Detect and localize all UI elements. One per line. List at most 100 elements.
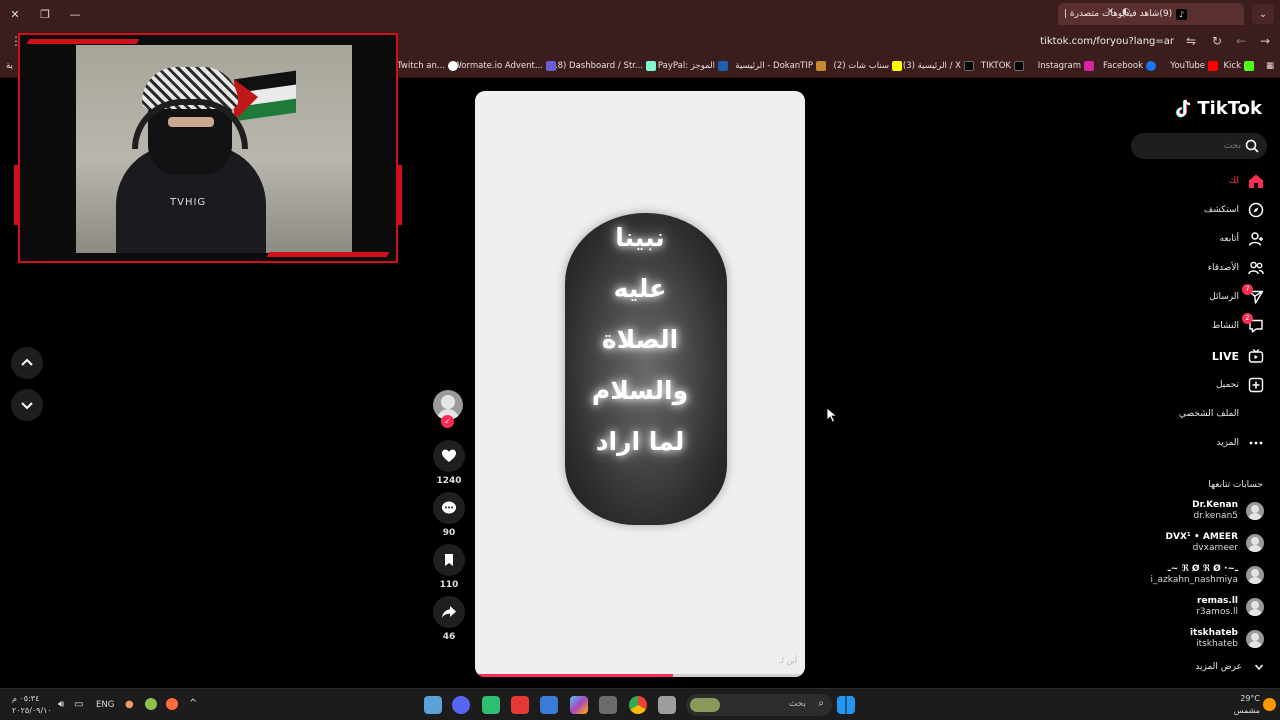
forward-icon[interactable]: ←	[1236, 34, 1246, 48]
account-name: remas.ll	[1197, 596, 1238, 606]
avatar	[1246, 566, 1264, 584]
webcam-overlay: TVHIG	[14, 33, 402, 263]
store-icon[interactable]	[540, 696, 558, 714]
heart-icon	[442, 449, 456, 462]
share-icon	[442, 606, 456, 618]
user-plus-icon	[1248, 231, 1264, 247]
avatar	[1246, 534, 1264, 552]
bookmark-streamlabs[interactable]: (18) Dashboard / Str...	[549, 61, 656, 71]
weather-status[interactable]: مشمس	[1234, 706, 1260, 715]
like-button[interactable]	[433, 440, 465, 472]
avatar	[1246, 598, 1264, 616]
followed-account[interactable]: Dr.Kenan dr.kenan5	[1192, 498, 1264, 524]
nav-home[interactable]: لك	[1229, 170, 1264, 192]
followed-account[interactable]: itskhateb itskhateb	[1190, 626, 1264, 652]
followed-account[interactable]: DVX¹ • AMEER dvxameer	[1166, 530, 1264, 556]
bookmark-overflow[interactable]: ية	[6, 61, 13, 71]
taskbar-search[interactable]: بحث ⌕	[686, 694, 832, 716]
video-player[interactable]: نبينا عليه الصلاة والسلام لما اراد أين ل…	[475, 91, 805, 677]
like-count: 1240	[436, 476, 462, 486]
chrome-icon[interactable]	[629, 696, 647, 714]
video-text-line: نبينا	[615, 223, 665, 252]
network-icon[interactable]: ▭	[74, 699, 83, 710]
reload-icon[interactable]: ↻	[1212, 34, 1222, 48]
video-text-line: والسلام	[591, 376, 689, 405]
nav-live[interactable]: LIVE	[1212, 345, 1264, 367]
nav-upload[interactable]: تحميل	[1216, 374, 1264, 396]
tray-app-icon[interactable]	[166, 698, 178, 710]
taskbar-app-icon[interactable]	[482, 696, 500, 714]
bookmark-kick[interactable]: Kick	[1223, 61, 1254, 71]
taskbar-app-icon[interactable]	[424, 696, 442, 714]
back-icon[interactable]: →	[1260, 34, 1270, 48]
clock-date[interactable]: ٢٠٢٥/٠٩/١٠	[12, 706, 52, 715]
followed-account[interactable]: remas.ll r3amos.ll	[1196, 594, 1264, 620]
close-tab-icon[interactable]: ✕	[1106, 7, 1114, 17]
browser-tab-tiktok[interactable]: ♪ (9)شاهد فيديوهات متصدرة |	[1058, 3, 1244, 25]
tab-search-button[interactable]: ⌄	[1252, 4, 1274, 24]
bookmark-instagram[interactable]: Instagram	[1038, 61, 1094, 71]
apps-grid-icon[interactable]: ▦	[1266, 61, 1274, 71]
volume-icon[interactable]: 🔊︎	[58, 699, 64, 710]
dokantip-icon	[816, 61, 826, 71]
nav-more[interactable]: المزيد	[1216, 432, 1264, 454]
bookmark-dokantip[interactable]: الرئيسية - DokanTIP	[735, 61, 826, 71]
follow-creator-button[interactable]: ✓	[441, 415, 454, 428]
nav-following[interactable]: أتابعه	[1220, 228, 1264, 250]
save-button[interactable]	[433, 544, 465, 576]
copilot-icon[interactable]	[570, 696, 588, 714]
tiktok-logo[interactable]: TikTok	[1175, 98, 1262, 119]
discord-icon[interactable]	[452, 696, 470, 714]
previous-video-button[interactable]	[11, 347, 43, 379]
microphone-icon[interactable]: ●	[125, 699, 134, 710]
next-video-button[interactable]	[11, 389, 43, 421]
comment-icon	[442, 501, 456, 514]
weather-temp[interactable]: 29°C	[1240, 694, 1260, 703]
nav-friends-label: الأصدقاء	[1207, 263, 1239, 273]
nav-profile[interactable]: الملف الشخصي	[1179, 403, 1264, 425]
bookmark-twitch[interactable]: Twitch an...	[397, 61, 458, 71]
share-button[interactable]	[433, 596, 465, 628]
restore-window-button[interactable]: ❐	[30, 0, 60, 28]
language-indicator[interactable]: ENG	[96, 700, 114, 710]
sun-icon	[1263, 698, 1276, 711]
video-progress-bar[interactable]	[475, 674, 805, 677]
minimize-window-button[interactable]: —	[60, 0, 90, 28]
account-handle: dr.kenan5	[1193, 511, 1238, 521]
clock-time[interactable]: ٠٥:٣٤ م	[12, 694, 39, 703]
nav-explore[interactable]: استكشف	[1204, 199, 1264, 221]
activity-icon: 2	[1242, 313, 1264, 334]
windows-start-icon[interactable]	[837, 696, 855, 714]
tray-expand-icon[interactable]: ^	[189, 698, 197, 709]
bookmark-x[interactable]: (3) الرئيسية / X	[903, 61, 974, 71]
bookmark-facebook[interactable]: Facebook	[1103, 61, 1156, 71]
comment-count: 90	[442, 528, 456, 538]
search-box[interactable]	[1131, 133, 1267, 159]
bookmark-snapchat[interactable]: (2) سناب شات	[834, 61, 902, 71]
site-settings-icon[interactable]: ⇋	[1186, 34, 1196, 48]
palestine-flag	[234, 70, 296, 122]
url-field[interactable]: tiktok.com/foryou?lang=ar	[1040, 36, 1174, 47]
followed-account[interactable]: ـ~ ℜ Ø ℜ Ø ·~ـ i_azkahn_nashmiya	[1151, 562, 1264, 588]
friends-icon	[1248, 260, 1264, 276]
nav-activity[interactable]: 2 النشاط	[1212, 313, 1264, 337]
see-more-accounts-button[interactable]: عرض المزيد	[1195, 662, 1264, 672]
bookmark-wormate[interactable]: Wormate.io Advent...	[453, 61, 556, 71]
search-icon[interactable]	[1245, 139, 1259, 153]
comment-button[interactable]	[433, 492, 465, 524]
account-handle: dvxameer	[1192, 543, 1238, 553]
bookmark-youtube[interactable]: YouTube	[1170, 61, 1218, 71]
tray-app-icon[interactable]	[145, 698, 157, 710]
compass-icon	[1248, 202, 1264, 218]
search-input[interactable]	[1141, 138, 1241, 154]
taskbar-app-icon[interactable]	[599, 696, 617, 714]
wps-icon[interactable]	[511, 696, 529, 714]
nav-messages[interactable]: 7 الرسائل	[1209, 284, 1264, 308]
file-explorer-icon[interactable]	[658, 696, 676, 714]
tab-audio-icon[interactable]: ◐	[1122, 7, 1130, 17]
taskbar-search-label: بحث	[788, 699, 806, 709]
close-window-button[interactable]: ✕	[0, 0, 30, 28]
bookmark-paypal[interactable]: PayPal: الموجز	[658, 61, 728, 71]
nav-friends[interactable]: الأصدقاء	[1208, 257, 1264, 279]
bookmark-tiktok[interactable]: TIKTOK	[981, 61, 1024, 71]
